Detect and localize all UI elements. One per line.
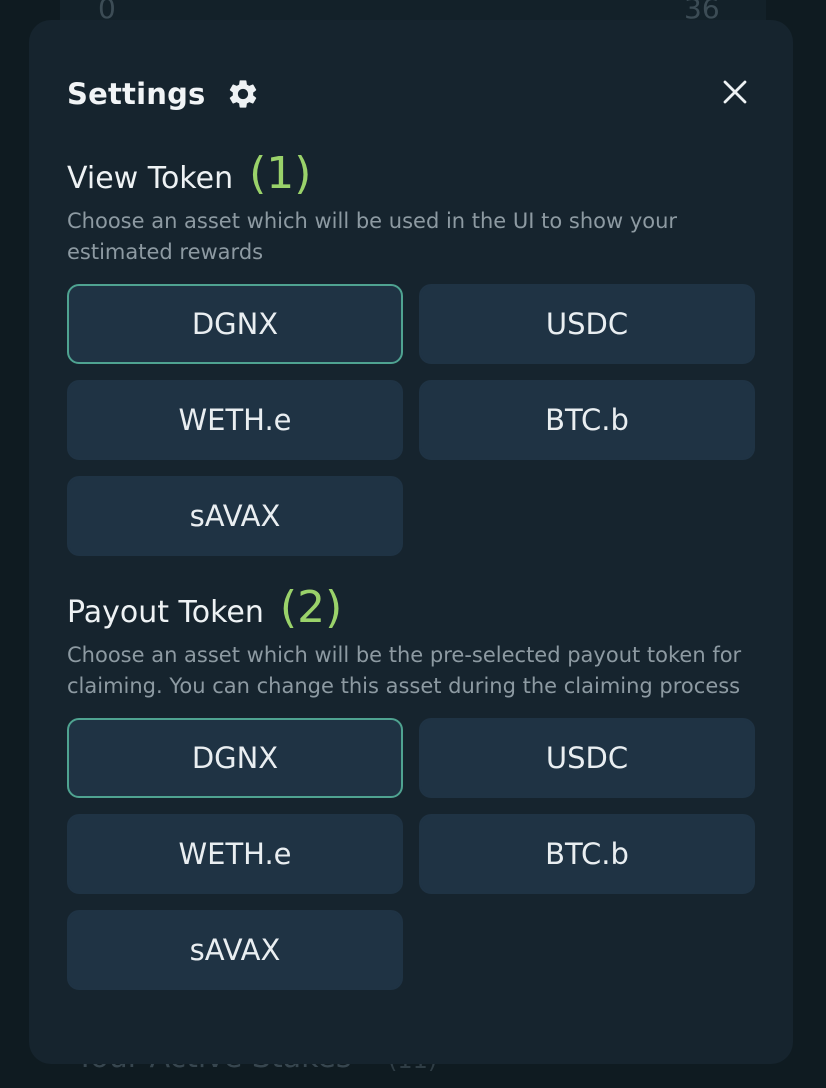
payout-token-option-dgnx[interactable]: DGNX [67, 718, 403, 798]
payout-token-section: Payout Token (2) Choose an asset which w… [67, 582, 755, 990]
view-token-option-btc-b[interactable]: BTC.b [419, 380, 755, 460]
payout-token-description: Choose an asset which will be the pre-se… [67, 643, 742, 698]
gear-icon [226, 77, 260, 111]
view-token-option-savax[interactable]: sAVAX [67, 476, 403, 556]
payout-token-heading: Payout Token (2) [67, 582, 755, 638]
payout-token-title: Payout Token [67, 595, 264, 630]
view-token-description: Choose an asset which will be used in th… [67, 209, 678, 264]
view-token-section: View Token (1) Choose an asset which wil… [67, 148, 755, 556]
settings-modal: Settings View Token (1) Choose an asset … [29, 20, 793, 1064]
view-token-step-marker: (1) [249, 148, 312, 199]
close-icon [722, 79, 748, 109]
view-token-heading: View Token (1) [67, 148, 755, 204]
payout-token-step-marker: (2) [279, 582, 343, 633]
payout-token-option-usdc[interactable]: USDC [419, 718, 755, 798]
payout-token-options: DGNX USDC WETH.e BTC.b sAVAX [67, 718, 755, 990]
view-token-title: View Token [67, 161, 234, 196]
payout-token-option-btc-b[interactable]: BTC.b [419, 814, 755, 894]
view-token-option-dgnx[interactable]: DGNX [67, 284, 403, 364]
view-token-options: DGNX USDC WETH.e BTC.b sAVAX [67, 284, 755, 556]
payout-token-option-savax[interactable]: sAVAX [67, 910, 403, 990]
modal-title: Settings [67, 77, 206, 111]
payout-token-option-weth-e[interactable]: WETH.e [67, 814, 403, 894]
modal-header: Settings [67, 72, 755, 116]
close-button[interactable] [715, 74, 755, 114]
view-token-option-weth-e[interactable]: WETH.e [67, 380, 403, 460]
view-token-option-usdc[interactable]: USDC [419, 284, 755, 364]
